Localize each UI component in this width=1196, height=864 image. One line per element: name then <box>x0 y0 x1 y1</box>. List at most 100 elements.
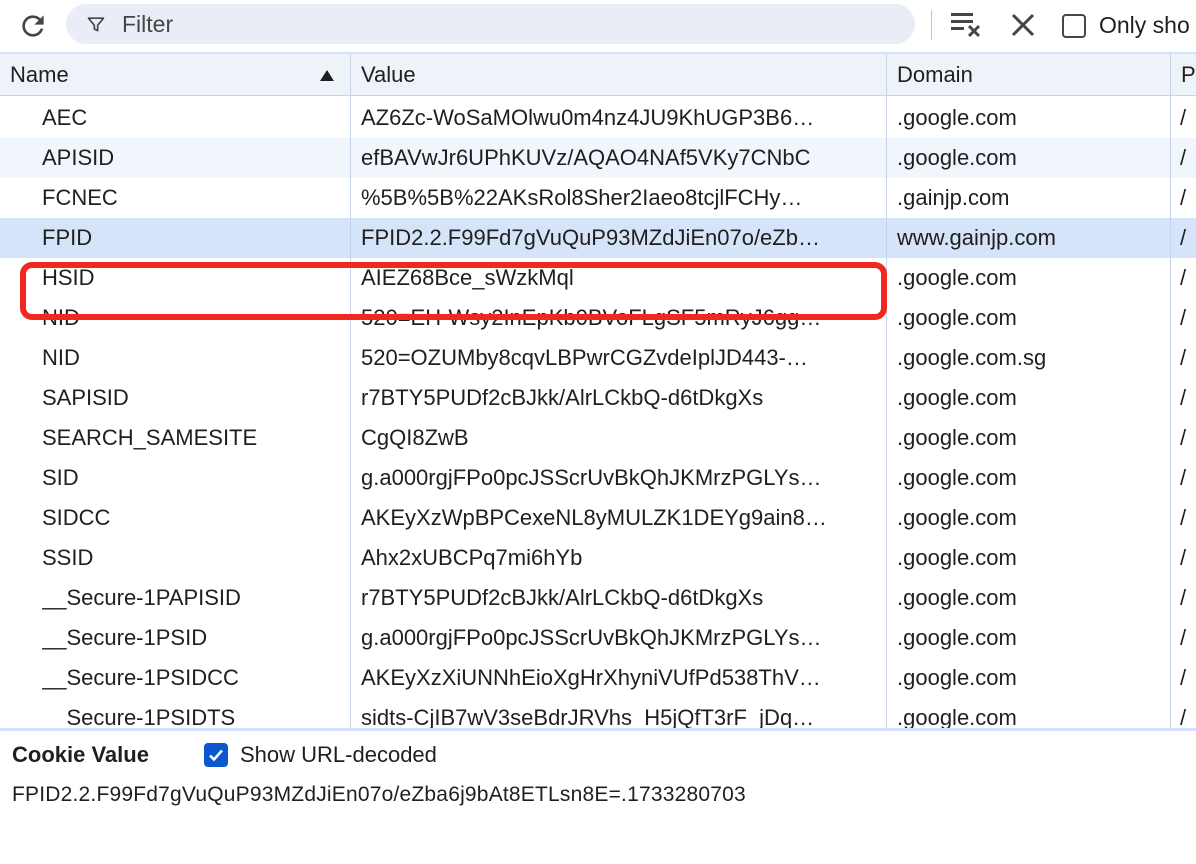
cell-path: / <box>1180 585 1187 610</box>
cell-name: FPID <box>42 225 93 250</box>
column-header-domain-label: Domain <box>897 62 973 87</box>
cell-path: / <box>1180 385 1187 410</box>
cell-domain: .google.com <box>897 305 1017 330</box>
table-row[interactable]: NID 520=EH-Wsy2InEpKb0BVoFLgSF5mRyJ6gg… … <box>0 298 1196 338</box>
cell-name: NID <box>42 345 80 370</box>
column-header-name-label: Name <box>10 62 69 87</box>
cell-name: __Secure-1PSID <box>42 625 208 650</box>
cell-value: %5B%5B%22AKsRol8Sher2Iaeo8tcjlFCHy… <box>361 185 803 210</box>
cell-name: NID <box>42 305 80 330</box>
reload-icon[interactable] <box>14 8 52 44</box>
toolbar-divider <box>931 10 932 40</box>
show-url-decoded-label: Show URL-decoded <box>240 742 437 767</box>
cell-value: CgQI8ZwB <box>361 425 469 450</box>
cell-value: g.a000rgjFPo0pcJSScrUvBkQhJKMrzPGLYs… <box>361 625 822 650</box>
cell-domain: .google.com <box>897 425 1017 450</box>
column-header-name[interactable]: Name <box>0 54 350 96</box>
only-show-issues-toggle[interactable]: Only sho <box>1062 12 1190 39</box>
table-row[interactable]: FCNEC %5B%5B%22AKsRol8Sher2Iaeo8tcjlFCHy… <box>0 178 1196 218</box>
cell-domain: .google.com <box>897 585 1017 610</box>
cell-path: / <box>1180 105 1187 130</box>
column-header-value-label: Value <box>361 62 416 87</box>
cookie-value-pane: Cookie Value Show URL-decoded FPID2.2.F9… <box>0 728 1196 864</box>
cell-path: / <box>1180 665 1187 690</box>
table-row[interactable]: SAPISID r7BTY5PUDf2cBJkk/AlrLCkbQ-d6tDkg… <box>0 378 1196 418</box>
table-row-selected[interactable]: FPID FPID2.2.F99Fd7gVuQuP93MZdJiEn07o/eZ… <box>0 218 1196 258</box>
cell-name: SSID <box>42 545 94 570</box>
cell-value: r7BTY5PUDf2cBJkk/AlrLCkbQ-d6tDkgXs <box>361 585 764 610</box>
table-row[interactable]: NID 520=OZUMby8cqvLBPwrCGZvdeIplJD443-… … <box>0 338 1196 378</box>
sort-ascending-icon <box>320 70 334 81</box>
column-divider[interactable] <box>350 54 351 728</box>
filter-icon <box>87 17 105 32</box>
cookie-value-text: FPID2.2.F99Fd7gVuQuP93MZdJiEn07o/eZba6j9… <box>12 783 746 806</box>
table-row[interactable]: HSID AIEZ68Bce_sWzkMql .google.com / <box>0 258 1196 298</box>
cell-name: SEARCH_SAMESITE <box>42 425 258 450</box>
column-header-path-label: P <box>1181 62 1196 87</box>
cell-domain: .google.com <box>897 545 1017 570</box>
cell-domain: www.gainjp.com <box>897 225 1056 250</box>
column-header-value[interactable]: Value <box>351 54 886 96</box>
column-divider[interactable] <box>886 54 887 728</box>
cell-name: FCNEC <box>42 185 118 210</box>
only-show-label: Only sho <box>1099 12 1190 38</box>
cell-domain: .google.com <box>897 705 1017 728</box>
cell-domain: .google.com <box>897 505 1017 530</box>
cell-name: __Secure-1PSIDTS <box>42 705 236 728</box>
cell-name: APISID <box>42 145 115 170</box>
cell-value: Ahx2xUBCPq7mi6hYb <box>361 545 583 570</box>
cell-path: / <box>1180 265 1187 290</box>
table-row[interactable]: __Secure-1PSIDCC AKEyXzXiUNNhEioXgHrXhyn… <box>0 658 1196 698</box>
cell-domain: .google.com <box>897 665 1017 690</box>
cell-path: / <box>1180 545 1187 570</box>
only-show-checkbox[interactable] <box>1062 13 1086 38</box>
filter-input[interactable] <box>122 8 882 40</box>
cell-value: efBAVwJr6UPhKUVz/AQAO4NAf5VKy7CNbC <box>361 145 811 170</box>
cell-domain: .google.com <box>897 625 1017 650</box>
cell-value: AIEZ68Bce_sWzkMql <box>361 265 574 290</box>
cell-value: AZ6Zc-WoSaMOlwu0m4nz4JU9KhUGP3B6… <box>361 105 815 130</box>
clear-filtered-cookies-icon[interactable] <box>948 8 984 40</box>
column-divider[interactable] <box>1170 54 1171 728</box>
table-row[interactable]: AEC AZ6Zc-WoSaMOlwu0m4nz4JU9KhUGP3B6… .g… <box>0 98 1196 138</box>
table-row[interactable]: __Secure-1PSIDTS sidts-CjIB7wV3seBdrJRVh… <box>0 698 1196 728</box>
column-header-path[interactable]: P <box>1171 54 1196 96</box>
cookie-table: Name Value Domain P AEC AZ6Zc-WoSaMOlwu0… <box>0 52 1196 728</box>
checkmark-icon <box>209 749 223 762</box>
cell-value: sidts-CjIB7wV3seBdrJRVhs_H5jQfT3rF_jDq… <box>361 705 815 728</box>
cookie-value-title: Cookie Value <box>12 742 149 767</box>
close-icon[interactable] <box>1006 8 1040 42</box>
table-row[interactable]: SSID Ahx2xUBCPq7mi6hYb .google.com / <box>0 538 1196 578</box>
table-row[interactable]: SID g.a000rgjFPo0pcJSScrUvBkQhJKMrzPGLYs… <box>0 458 1196 498</box>
cell-name: SIDCC <box>42 505 111 530</box>
cell-domain: .gainjp.com <box>897 185 1010 210</box>
cell-path: / <box>1180 425 1187 450</box>
filter-box[interactable] <box>66 4 915 44</box>
toolbar: Only sho <box>0 0 1196 52</box>
cell-path: / <box>1180 505 1187 530</box>
cell-value: 520=EH-Wsy2InEpKb0BVoFLgSF5mRyJ6gg… <box>361 305 822 330</box>
table-header: Name Value Domain P <box>0 54 1196 96</box>
cell-path: / <box>1180 345 1187 370</box>
cell-path: / <box>1180 305 1187 330</box>
cell-domain: .google.com <box>897 145 1017 170</box>
show-url-decoded-checkbox[interactable] <box>204 743 228 767</box>
cell-path: / <box>1180 625 1187 650</box>
cell-name: __Secure-1PAPISID <box>42 585 241 610</box>
column-header-domain[interactable]: Domain <box>887 54 1170 96</box>
cell-name: __Secure-1PSIDCC <box>42 665 239 690</box>
table-row[interactable]: __Secure-1PAPISID r7BTY5PUDf2cBJkk/AlrLC… <box>0 578 1196 618</box>
table-row[interactable]: __Secure-1PSID g.a000rgjFPo0pcJSScrUvBkQ… <box>0 618 1196 658</box>
cell-domain: .google.com <box>897 465 1017 490</box>
cell-path: / <box>1180 225 1187 250</box>
cell-name: SAPISID <box>42 385 129 410</box>
cell-value: FPID2.2.F99Fd7gVuQuP93MZdJiEn07o/eZb… <box>361 225 820 250</box>
cell-value: 520=OZUMby8cqvLBPwrCGZvdeIplJD443-… <box>361 345 808 370</box>
table-row[interactable]: APISID efBAVwJr6UPhKUVz/AQAO4NAf5VKy7CNb… <box>0 138 1196 178</box>
show-url-decoded-toggle[interactable]: Show URL-decoded <box>204 742 437 768</box>
cell-name: SID <box>42 465 79 490</box>
table-row[interactable]: SIDCC AKEyXzWpBPCexeNL8yMULZK1DEYg9ain8…… <box>0 498 1196 538</box>
table-row[interactable]: SEARCH_SAMESITE CgQI8ZwB .google.com / <box>0 418 1196 458</box>
cell-name: AEC <box>42 105 88 130</box>
cell-path: / <box>1180 705 1187 728</box>
